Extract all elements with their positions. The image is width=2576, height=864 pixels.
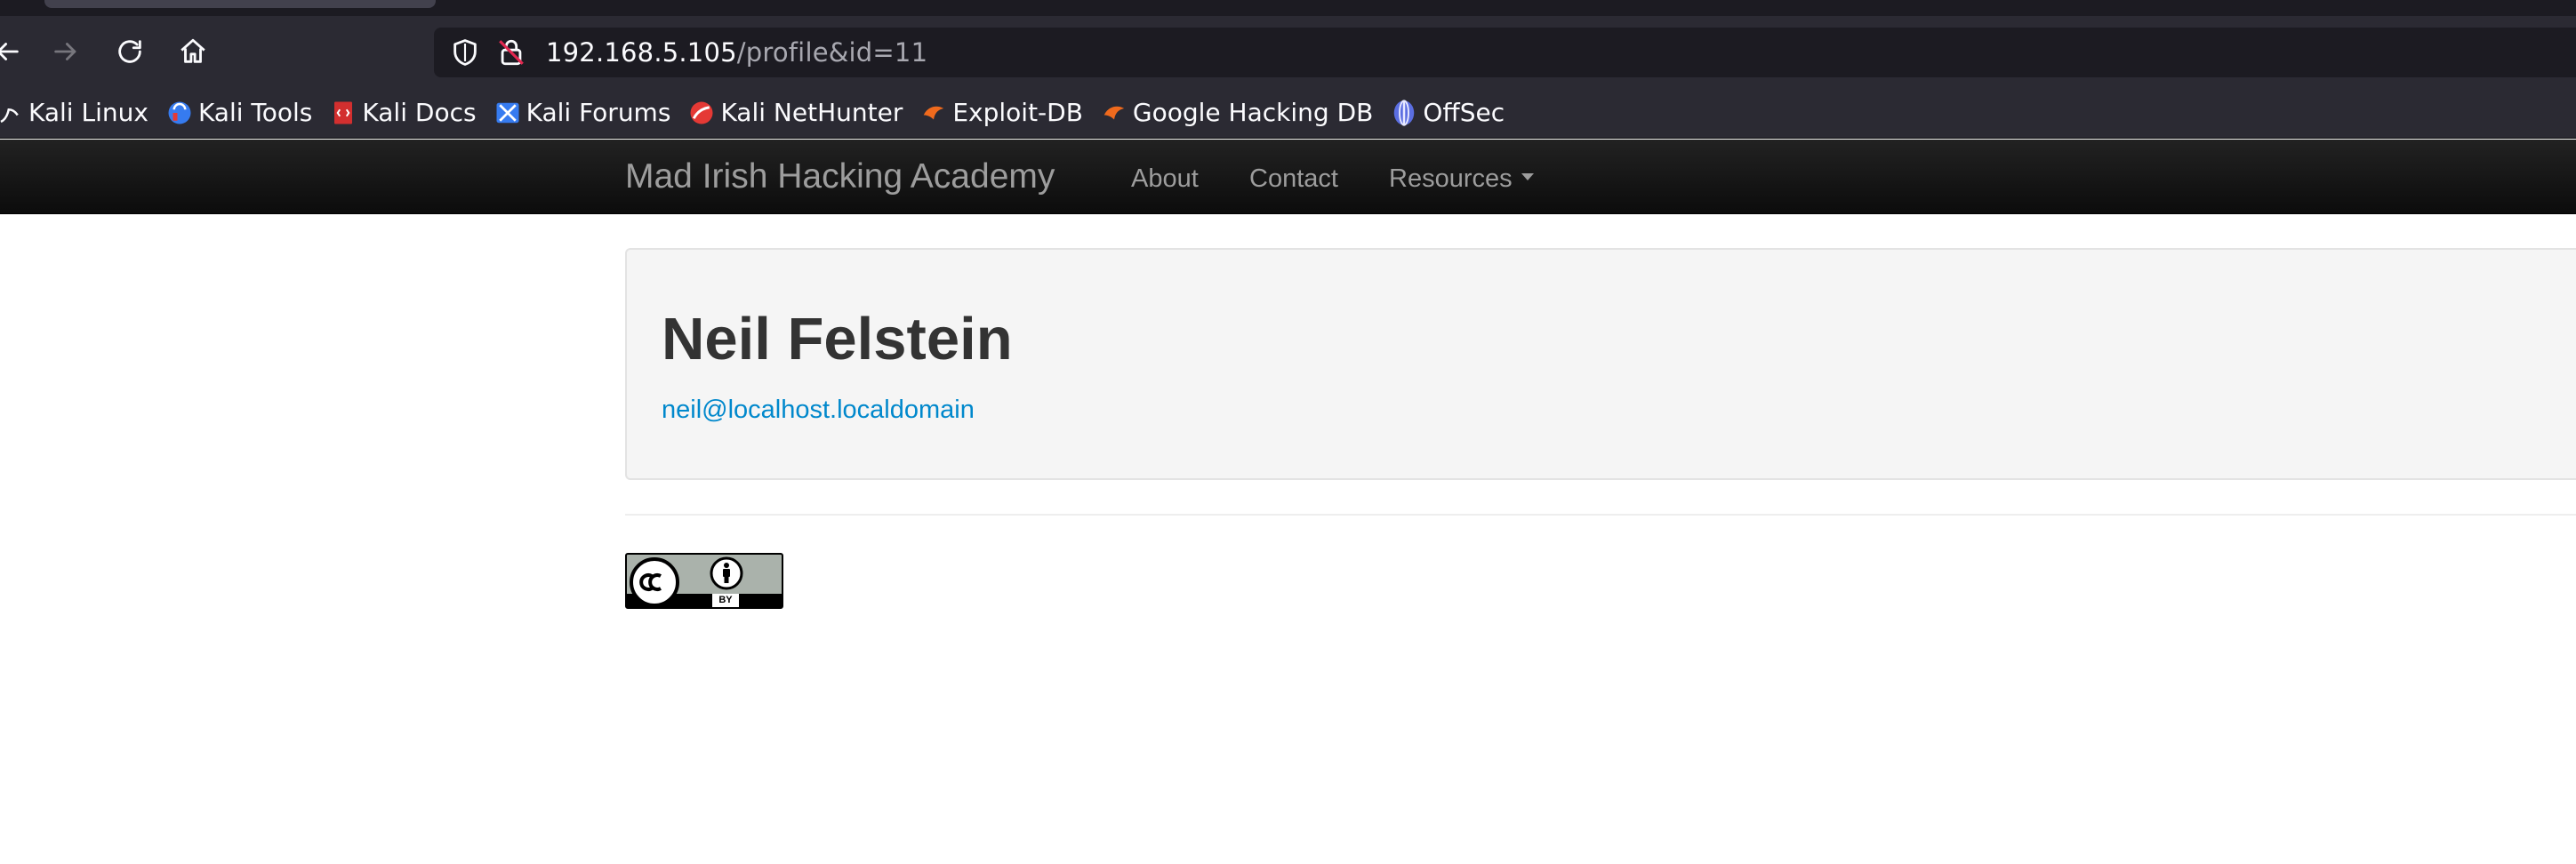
- bookmark-kali-docs[interactable]: Kali Docs: [321, 93, 485, 132]
- badge-by-text: BY: [712, 594, 739, 607]
- kali-docs-icon: [334, 101, 353, 124]
- forward-arrow-icon: [54, 43, 76, 60]
- profile-card: Neil Felstein neil@localhost.localdomain: [625, 248, 2576, 480]
- nav-contact[interactable]: Contact: [1249, 164, 1338, 194]
- url-path: /profile&id=11: [736, 37, 928, 68]
- back-button[interactable]: [0, 28, 30, 75]
- exploit-db-icon: [924, 106, 944, 119]
- site-brand[interactable]: Mad Irish Hacking Academy: [625, 157, 1055, 196]
- url-host: 192.168.5.105: [546, 37, 737, 68]
- nav-resources-dropdown[interactable]: Resources: [1389, 164, 1534, 194]
- kali-dragon-icon: [0, 108, 19, 123]
- profile-name: Neil Felstein: [662, 306, 1013, 372]
- nav-about[interactable]: About: [1131, 164, 1199, 194]
- offsec-icon: [1394, 99, 1415, 126]
- nav-resources-label: Resources: [1389, 164, 1513, 193]
- browser-toolbar: 192.168.5.105/profile&id=11: [0, 16, 2576, 87]
- bookmark-label: Kali NetHunter: [720, 98, 903, 127]
- bookmark-google-hacking-db[interactable]: Google Hacking DB: [1092, 93, 1382, 132]
- bookmark-kali-linux[interactable]: Kali Linux: [0, 93, 157, 132]
- google-hacking-db-icon: [1103, 106, 1125, 119]
- caret-down-icon: [1521, 173, 1534, 181]
- bookmark-label: Kali Docs: [362, 98, 477, 127]
- attribution-person-icon: [710, 556, 743, 590]
- kali-tools-icon: [168, 101, 191, 124]
- url-text[interactable]: 192.168.5.105/profile&id=11: [546, 37, 927, 68]
- bookmark-label: Google Hacking DB: [1132, 98, 1374, 127]
- bookmark-kali-tools[interactable]: Kali Tools: [157, 93, 321, 132]
- bookmark-label: Kali Tools: [197, 98, 313, 127]
- insecure-lock-icon[interactable]: [496, 37, 526, 68]
- kali-nethunter-icon: [690, 101, 713, 124]
- kali-forums-icon: [496, 102, 519, 123]
- reload-icon: [118, 40, 141, 63]
- site-navbar: Mad Irish Hacking Academy About Contact …: [0, 140, 2576, 214]
- home-button[interactable]: [170, 28, 216, 75]
- creative-commons-by-icon[interactable]: BY: [625, 553, 783, 609]
- active-tab[interactable]: [44, 0, 436, 8]
- back-arrow-icon: [0, 43, 19, 60]
- footer-divider: [625, 514, 2576, 516]
- bookmark-kali-forums[interactable]: Kali Forums: [486, 93, 680, 132]
- bookmark-kali-nethunter[interactable]: Kali NetHunter: [679, 93, 911, 132]
- bookmark-offsec[interactable]: OffSec: [1382, 93, 1513, 132]
- tab-strip: [0, 0, 2576, 16]
- bookmark-label: Exploit-DB: [952, 98, 1083, 127]
- reload-button[interactable]: [107, 28, 153, 75]
- forward-button[interactable]: [43, 28, 89, 75]
- bookmark-label: Kali Forums: [526, 98, 671, 127]
- bookmark-label: Kali Linux: [28, 98, 148, 127]
- cc-logo-icon: [630, 557, 679, 607]
- bookmark-label: OffSec: [1423, 98, 1505, 127]
- address-bar[interactable]: 192.168.5.105/profile&id=11: [434, 28, 2576, 77]
- bookmark-exploit-db[interactable]: Exploit-DB: [911, 93, 1092, 132]
- profile-email-link[interactable]: neil@localhost.localdomain: [662, 396, 975, 425]
- shield-icon[interactable]: [450, 37, 480, 68]
- home-icon: [181, 38, 205, 63]
- bookmarks-toolbar: Kali Linux Kali Tools Kali Docs Kali For…: [0, 87, 2576, 139]
